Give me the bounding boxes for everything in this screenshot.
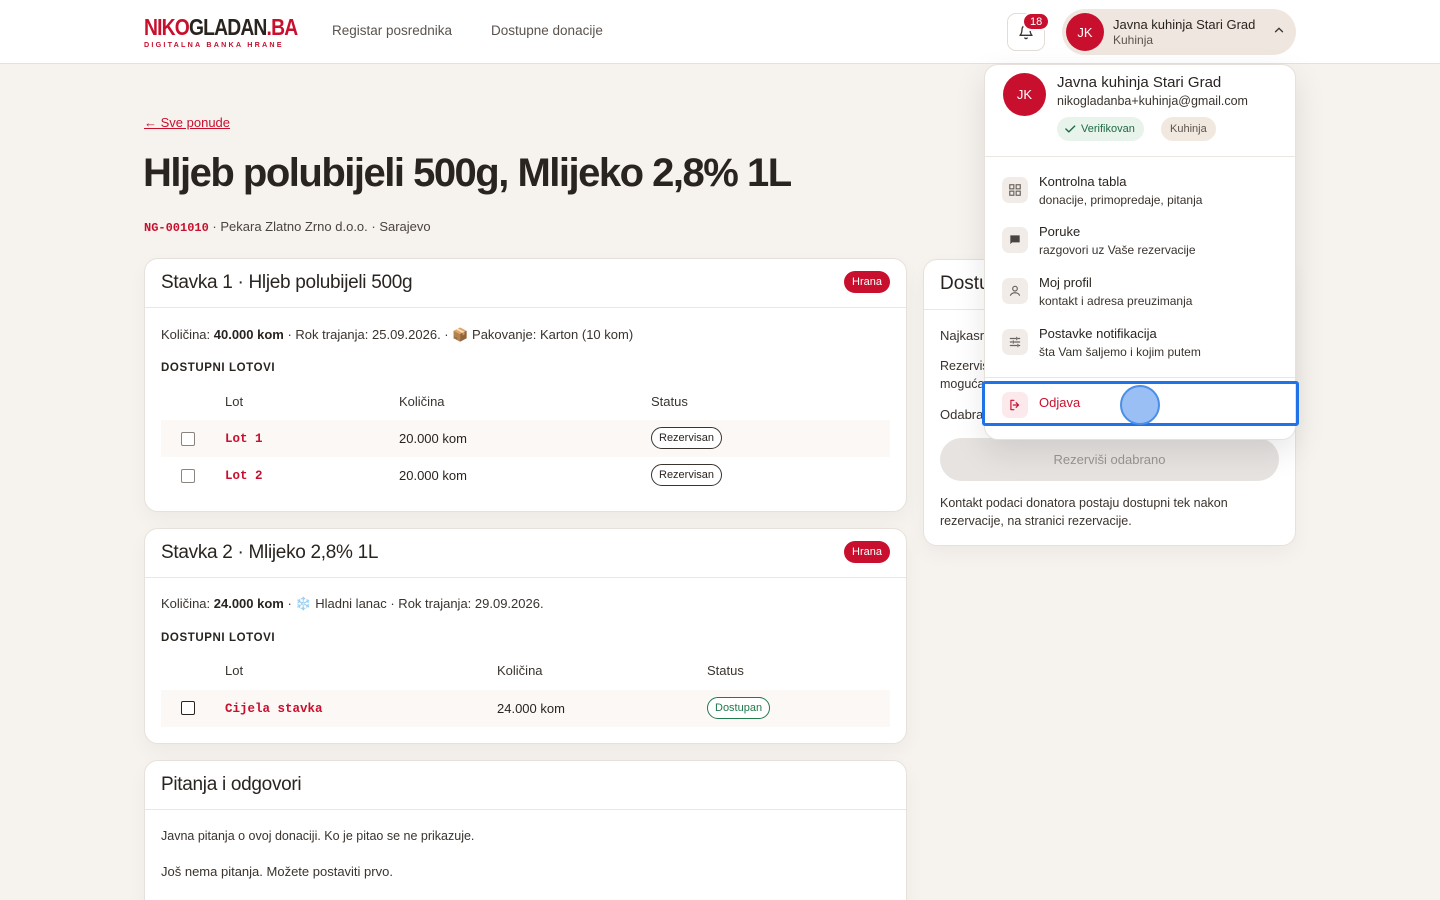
chevron-up-icon: [1274, 27, 1284, 33]
menu-divider: [985, 156, 1295, 157]
status-badge: Dostupan: [707, 697, 771, 719]
lot-quantity: 20.000 kom: [399, 431, 467, 446]
item-card-header: Stavka 2 · Mlijeko 2,8% 1L Hrana: [145, 529, 906, 578]
item-details: Količina: 24.000 kom · ❄️ Hladni lanac ·…: [161, 596, 544, 611]
menu-user-email: nikogladanba+kuhinja@gmail.com: [1057, 94, 1248, 108]
verified-badge: Verifikovan: [1057, 117, 1144, 141]
menu-item-label: Postavke notifikacija: [1039, 326, 1157, 341]
menu-item-label: Kontrolna tabla: [1039, 174, 1127, 189]
menu-item-description: šta Vam šaljemo i kojim putem: [1039, 345, 1201, 359]
menu-item-profile[interactable]: Moj profil kontakt i adresa preuzimanja: [985, 267, 1295, 315]
lot-checkbox[interactable]: [181, 701, 195, 715]
qa-title: Pitanja i odgovori: [161, 774, 302, 795]
person-icon: [1002, 278, 1028, 304]
qa-card-header: Pitanja i odgovori: [145, 761, 906, 810]
status-badge: Rezervisan: [651, 427, 723, 449]
lot-checkbox[interactable]: [181, 469, 195, 483]
nav-link-donacije[interactable]: Dostupne donacije: [491, 23, 603, 38]
item-card-2: Stavka 2 · Mlijeko 2,8% 1L Hrana Količin…: [144, 528, 907, 744]
user-menu-button[interactable]: JK Javna kuhinja Stari Grad Kuhinja: [1062, 9, 1296, 55]
item-details: Količina: 40.000 kom · Rok trajanja: 25.…: [161, 327, 634, 342]
menu-user-name: Javna kuhinja Stari Grad: [1057, 74, 1222, 91]
reservation-title: Dostu: [940, 273, 990, 294]
table-row: Cijela stavka 24.000 kom Dostupan: [161, 690, 890, 727]
page-title: Hljeb polubijeli 500g, Mlijeko 2,8% 1L: [143, 151, 792, 195]
column-header-quantity: Količina: [497, 663, 543, 678]
notification-count-badge: 18: [1022, 12, 1051, 31]
reserve-selected-button[interactable]: Rezerviši odabrano: [940, 438, 1279, 481]
contact-note: Kontakt podaci donatora postaju dostupni…: [940, 496, 1228, 528]
item-title: Stavka 2 · Mlijeko 2,8% 1L: [161, 542, 379, 563]
nav-link-registar[interactable]: Registar posrednika: [332, 23, 452, 38]
menu-item-description: razgovori uz Vaše rezervacije: [1039, 243, 1196, 257]
dashboard-icon: [1002, 177, 1028, 203]
lots-heading: DOSTUPNI LOTOVI: [161, 362, 276, 374]
table-row: Lot 2 20.000 kom Rezervisan: [161, 457, 890, 494]
menu-item-dashboard[interactable]: Kontrolna tabla donacije, primopredaje, …: [985, 166, 1295, 214]
column-header-status: Status: [651, 394, 688, 409]
menu-item-description: kontakt i adresa preuzimanja: [1039, 294, 1193, 308]
avatar: JK: [1003, 73, 1046, 116]
menu-item-description: donacije, primopredaje, pitanja: [1039, 193, 1203, 207]
menu-item-label: Poruke: [1039, 224, 1081, 239]
reservation-info-1: Rezervis: [940, 359, 989, 373]
logo[interactable]: NIKOGLADAN.BA DIGITALNA BANKA HRANE: [144, 14, 327, 49]
item-card-1: Stavka 1 · Hljeb polubijeli 500g Hrana K…: [144, 258, 907, 512]
reservation-info-2: moguća: [940, 377, 985, 391]
top-bar: NIKOGLADAN.BA DIGITALNA BANKA HRANE Regi…: [0, 0, 1440, 64]
category-badge: Hrana: [844, 541, 890, 563]
avatar: JK: [1066, 13, 1104, 51]
menu-item-messages[interactable]: Poruke razgovori uz Vaše rezervacije: [985, 216, 1295, 264]
user-role: Kuhinja: [1113, 33, 1154, 47]
column-header-quantity: Količina: [399, 394, 445, 409]
donation-code: NG-001010: [144, 221, 209, 235]
qa-empty-text: Još nema pitanja. Možete postaviti prvo.: [161, 864, 393, 879]
column-header-lot: Lot: [225, 394, 244, 409]
category-badge: Hrana: [844, 271, 890, 293]
role-badge: Kuhinja: [1161, 117, 1216, 141]
user-name: Javna kuhinja Stari Grad: [1113, 17, 1256, 32]
column-header-status: Status: [707, 663, 744, 678]
item-card-header: Stavka 1 · Hljeb polubijeli 500g Hrana: [145, 259, 906, 308]
menu-item-label: Moj profil: [1039, 275, 1092, 290]
back-link[interactable]: ← Sve ponude: [144, 115, 230, 130]
chat-icon: [1002, 227, 1028, 253]
lots-heading: DOSTUPNI LOTOVI: [161, 632, 276, 644]
lot-quantity: 24.000 kom: [497, 701, 565, 716]
donation-meta: NG-001010 · Pekara Zlatno Zrno d.o.o. · …: [144, 219, 431, 235]
qa-card: Pitanja i odgovori Javna pitanja o ovoj …: [144, 760, 907, 900]
check-icon: [1065, 125, 1076, 133]
cursor-indicator: [1120, 385, 1160, 425]
item-title: Stavka 1 · Hljeb polubijeli 500g: [161, 272, 413, 293]
lot-name: Cijela stavka: [225, 702, 323, 716]
tune-icon: [1002, 329, 1028, 355]
selected-count: Odabra: [940, 407, 984, 422]
qa-intro: Javna pitanja o ovoj donaciji. Ko je pit…: [161, 829, 475, 843]
menu-item-notification-settings[interactable]: Postavke notifikacija šta Vam šaljemo i …: [985, 318, 1295, 366]
lot-name: Lot 2: [225, 469, 263, 483]
logo-wordmark: NIKOGLADAN.BA: [144, 14, 298, 40]
reservation-deadline: Najkasr: [940, 328, 985, 343]
status-badge: Rezervisan: [651, 464, 723, 486]
lot-quantity: 20.000 kom: [399, 468, 467, 483]
lot-name: Lot 1: [225, 432, 263, 446]
menu-divider: [985, 377, 1295, 378]
column-header-lot: Lot: [225, 663, 244, 678]
lot-checkbox[interactable]: [181, 432, 195, 446]
logo-tagline: DIGITALNA BANKA HRANE: [144, 40, 284, 49]
table-row: Lot 1 20.000 kom Rezervisan: [161, 420, 890, 457]
